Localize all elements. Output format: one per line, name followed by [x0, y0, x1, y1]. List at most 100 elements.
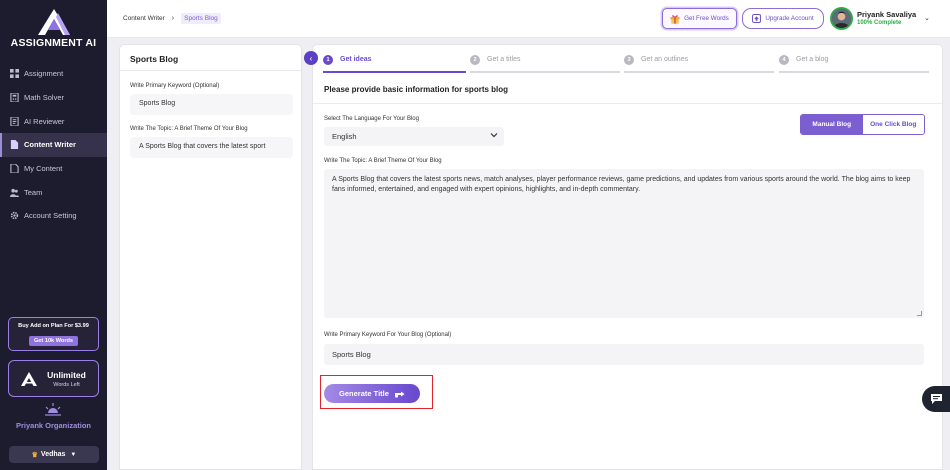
team-icon: [10, 188, 19, 197]
workspace-name: Vedhas: [40, 451, 66, 458]
blog-mode-toggle: Manual Blog One Click Blog: [800, 114, 925, 135]
sidebar-item-my-content[interactable]: My Content: [0, 157, 107, 181]
words-left-label: Words Left: [53, 381, 80, 388]
chat-support-button[interactable]: [922, 386, 950, 412]
step-number: 4: [779, 55, 789, 65]
breadcrumb-separator-icon: ›: [171, 15, 175, 22]
step-progress-bar: [470, 71, 620, 73]
manual-blog-option[interactable]: Manual Blog: [801, 115, 863, 134]
language-select-value: English: [332, 132, 357, 141]
get-10k-words-button[interactable]: Get 10k Words: [28, 336, 79, 346]
sidebar-item-label: My Content: [24, 164, 63, 174]
keyword-input-value: Sports Blog: [332, 350, 371, 359]
avatar[interactable]: [830, 7, 853, 30]
crown-icon: ♛: [31, 451, 38, 459]
review-icon: [10, 116, 19, 126]
main-form-panel: 1 Get ideas 2 Get a titles 3 Get an outl…: [312, 44, 944, 470]
sidebar-item-assignment[interactable]: Assignment: [0, 62, 107, 86]
step-progress-bar: [323, 71, 466, 73]
sidebar-nav: Assignment Math Solver AI Reviewer Conte…: [0, 62, 107, 228]
sidebar-item-label: Team: [24, 187, 43, 197]
tab-get-blog[interactable]: 4 Get a blog: [779, 53, 929, 75]
upgrade-account-button[interactable]: Upgrade Account: [742, 8, 824, 29]
chevron-down-icon[interactable]: ⌄: [924, 14, 930, 22]
one-click-blog-option[interactable]: One Click Blog: [862, 115, 924, 134]
step-tabs: 1 Get ideas 2 Get a titles 3 Get an outl…: [313, 53, 944, 75]
words-left-card: Unlimited Words Left: [8, 360, 99, 397]
breadcrumb-content-writer[interactable]: Content Writer: [123, 15, 165, 22]
logo-icon: [37, 9, 70, 35]
user-profile-status: 100% Complete: [857, 20, 902, 26]
sidebar: ASSIGNMENT AI Assignment Math Solver AI …: [0, 0, 107, 470]
step-progress-bar: [624, 71, 774, 73]
get-free-words-label: Get Free Words: [684, 15, 729, 22]
summary-panel: Sports Blog Write Primary Keyword (Optio…: [119, 44, 302, 470]
file-icon: [10, 164, 19, 174]
summary-topic-label: Write The Topic: A Brief Theme Of Your B…: [130, 126, 248, 132]
step-label: Get ideas: [340, 56, 372, 63]
organization-name: Priyank Organization: [15, 421, 92, 430]
summary-keyword-label: Write Primary Keyword (Optional): [130, 83, 220, 89]
sidebar-item-math-solver[interactable]: Math Solver: [0, 86, 107, 110]
tab-get-outlines[interactable]: 3 Get an outlines: [624, 53, 774, 75]
words-left-value: Unlimited: [47, 369, 86, 380]
upgrade-icon: [752, 14, 762, 23]
keyword-label: Write Primary Keyword For Your Blog (Opt…: [324, 332, 452, 338]
chevron-down-icon: [490, 131, 498, 141]
keyword-input[interactable]: Sports Blog: [324, 344, 924, 365]
calculator-icon: [10, 93, 19, 103]
sidebar-item-account-setting[interactable]: Account Setting: [0, 204, 107, 228]
generate-title-button[interactable]: Generate Title: [324, 384, 420, 403]
workspace-selector[interactable]: ♛ Vedhas ▼: [9, 446, 99, 463]
addon-plan-card[interactable]: Buy Add on Plan For $3.99 Get 10k Words: [8, 317, 99, 351]
sidebar-item-content-writer[interactable]: Content Writer: [0, 133, 107, 157]
sidebar-item-team[interactable]: Team: [0, 180, 107, 204]
organization-sunrise-icon: [45, 403, 61, 416]
step-label: Get a titles: [487, 56, 521, 63]
language-label: Select The Language For Your Blog: [324, 116, 419, 122]
pointing-hand-icon: [394, 390, 405, 398]
language-select[interactable]: English: [324, 127, 504, 146]
step-number: 3: [624, 55, 634, 65]
step-label: Get an outlines: [641, 56, 689, 63]
summary-keyword-value: Sports Blog: [130, 94, 293, 115]
breadcrumb-sports-blog: Sports Blog: [181, 13, 221, 24]
user-avatar-icon: [832, 9, 851, 28]
document-icon: [10, 140, 19, 150]
summary-topic-value: A Sports Blog that covers the latest spo…: [130, 137, 293, 158]
step-progress-bar: [779, 71, 929, 73]
breadcrumb: Content Writer › Sports Blog: [123, 13, 221, 24]
tab-get-ideas[interactable]: 1 Get ideas: [323, 53, 466, 75]
logo-icon: [21, 371, 37, 386]
sidebar-item-label: Account Setting: [24, 211, 77, 221]
chevron-left-icon: ‹: [309, 53, 313, 63]
generate-title-label: Generate Title: [339, 389, 389, 398]
upgrade-account-label: Upgrade Account: [765, 15, 814, 22]
top-bar: Content Writer › Sports Blog Get Free Wo…: [107, 0, 950, 38]
divider: [313, 103, 944, 104]
topic-textarea-value: A Sports Blog that covers the latest spo…: [332, 176, 911, 193]
sidebar-item-label: Assignment: [24, 69, 64, 79]
sidebar-item-ai-reviewer[interactable]: AI Reviewer: [0, 109, 107, 133]
sidebar-item-label: Content Writer: [24, 140, 76, 150]
chevron-down-icon: ▼: [70, 451, 77, 458]
gift-icon: [670, 14, 680, 24]
logo-text: ASSIGNMENT AI: [10, 37, 97, 49]
step-number: 2: [470, 55, 480, 65]
tab-get-titles[interactable]: 2 Get a titles: [470, 53, 620, 75]
topic-label: Write The Topic: A Brief Theme Of Your B…: [324, 158, 442, 164]
get-free-words-button[interactable]: Get Free Words: [662, 8, 737, 29]
gear-icon: [10, 211, 19, 220]
topic-textarea[interactable]: A Sports Blog that covers the latest spo…: [324, 169, 924, 318]
summary-panel-title: Sports Blog: [120, 45, 301, 71]
addon-title: Buy Add on Plan For $3.99: [18, 323, 89, 329]
step-label: Get a blog: [796, 56, 829, 63]
user-name[interactable]: Priyank Savaliya: [857, 10, 916, 19]
chat-icon: [930, 394, 942, 404]
app-logo[interactable]: ASSIGNMENT AI: [0, 8, 107, 49]
sidebar-item-label: Math Solver: [24, 93, 65, 103]
resize-handle-icon[interactable]: [917, 311, 922, 316]
collapse-panel-button[interactable]: ‹: [304, 51, 318, 65]
grid-icon: [10, 69, 19, 79]
sidebar-item-label: AI Reviewer: [24, 116, 65, 126]
